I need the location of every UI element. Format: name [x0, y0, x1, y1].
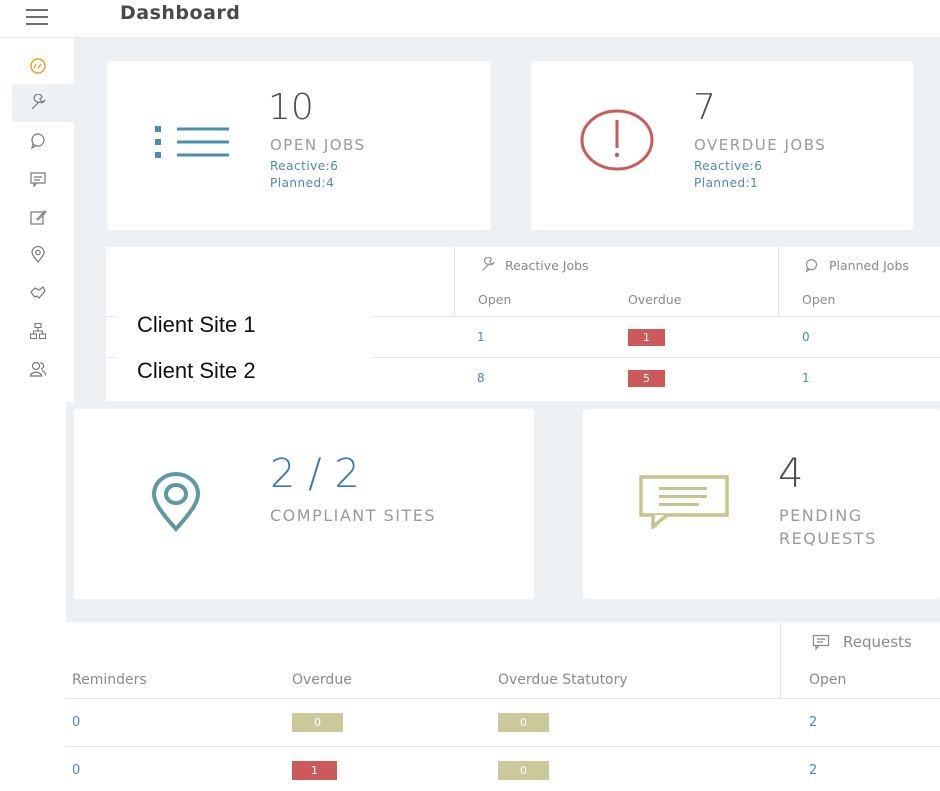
planned-jobs-header: Planned Jobs	[829, 258, 909, 273]
table-cell[interactable]: 1	[802, 371, 810, 385]
site-name-1[interactable]: Client Site 1	[137, 312, 256, 338]
overdue-jobs-planned[interactable]: Planned:1	[694, 176, 758, 190]
open-jobs-reactive[interactable]: Reactive:6	[270, 159, 338, 173]
reminders-col: Reminders	[72, 672, 147, 688]
site-name-2[interactable]: Client Site 2	[137, 358, 256, 384]
open-jobs-planned[interactable]: Planned:4	[270, 176, 334, 190]
table-cell[interactable]: 0	[72, 715, 80, 730]
pending-requests-label-line2: REQUESTS	[779, 529, 877, 548]
pending-requests-label-line1: PENDING	[779, 506, 863, 525]
sidebar	[0, 38, 86, 791]
top-bar: Dashboard	[0, 0, 940, 38]
location-pin-icon	[141, 471, 211, 533]
overdue-statutory-col: Overdue Statutory	[498, 672, 628, 688]
open-jobs-card[interactable]: 10 OPEN JOBS Reactive:6 Planned:4	[107, 61, 491, 230]
table-cell[interactable]: 0	[802, 330, 810, 344]
message-icon	[812, 634, 830, 651]
overdue-badge[interactable]: 1	[628, 329, 665, 346]
pending-requests-value: 4	[778, 451, 804, 497]
requests-open-col: Open	[809, 672, 847, 688]
sitemap-icon[interactable]	[27, 320, 49, 342]
message-icon	[639, 475, 731, 531]
hamburger-menu-icon[interactable]	[26, 9, 48, 25]
open-jobs-label: OPEN JOBS	[270, 136, 366, 154]
users-icon[interactable]	[27, 358, 49, 380]
alert-circle-icon	[578, 107, 656, 173]
list-icon	[155, 125, 229, 159]
site-names-overlay: Client Site 1 Client Site 2	[116, 302, 372, 394]
overdue-statutory-badge[interactable]: 0	[498, 713, 549, 732]
page-title: Dashboard	[120, 2, 241, 24]
overdue-badge[interactable]: 1	[292, 761, 337, 780]
table-cell[interactable]: 2	[809, 763, 817, 778]
reactive-open-col: Open	[478, 292, 512, 307]
compliant-sites-card[interactable]: 2 / 2 COMPLIANT SITES	[74, 409, 534, 599]
location-pin-icon[interactable]	[27, 244, 49, 266]
planned-open-col: Open	[802, 292, 836, 307]
chat-bubble-icon	[804, 258, 819, 273]
edit-icon[interactable]	[27, 206, 49, 228]
overdue-badge[interactable]: 5	[628, 370, 665, 387]
compliant-sites-value: 2 / 2	[270, 451, 360, 497]
wrench-icon[interactable]	[27, 92, 49, 114]
chat-bubble-icon[interactable]	[27, 130, 49, 152]
reactive-jobs-header: Reactive Jobs	[505, 258, 589, 273]
overdue-col: Overdue	[292, 672, 352, 688]
reactive-overdue-col: Overdue	[628, 292, 682, 307]
compliance-table: Requests Reminders Overdue Overdue Statu…	[66, 622, 940, 791]
overdue-jobs-reactive[interactable]: Reactive:6	[694, 159, 762, 173]
overdue-badge[interactable]: 0	[292, 713, 343, 732]
pending-requests-card[interactable]: 4 PENDING REQUESTS	[583, 409, 940, 599]
table-cell[interactable]: 1	[477, 330, 485, 344]
table-cell[interactable]: 0	[72, 763, 80, 778]
compliant-sites-label: COMPLIANT SITES	[270, 506, 437, 525]
overdue-jobs-card[interactable]: 7 OVERDUE JOBS Reactive:6 Planned:1	[531, 61, 913, 230]
message-icon[interactable]	[27, 168, 49, 190]
requests-header: Requests	[843, 633, 912, 651]
overdue-jobs-value: 7	[693, 87, 716, 128]
overdue-jobs-label: OVERDUE JOBS	[694, 136, 827, 154]
handshake-icon[interactable]	[27, 282, 49, 304]
table-cell[interactable]: 8	[477, 371, 485, 385]
overdue-statutory-badge[interactable]: 0	[498, 761, 549, 780]
wrench-icon	[480, 256, 496, 273]
table-cell[interactable]: 2	[809, 715, 817, 730]
dashboard-gauge-icon[interactable]	[27, 55, 49, 77]
open-jobs-value: 10	[268, 87, 314, 128]
